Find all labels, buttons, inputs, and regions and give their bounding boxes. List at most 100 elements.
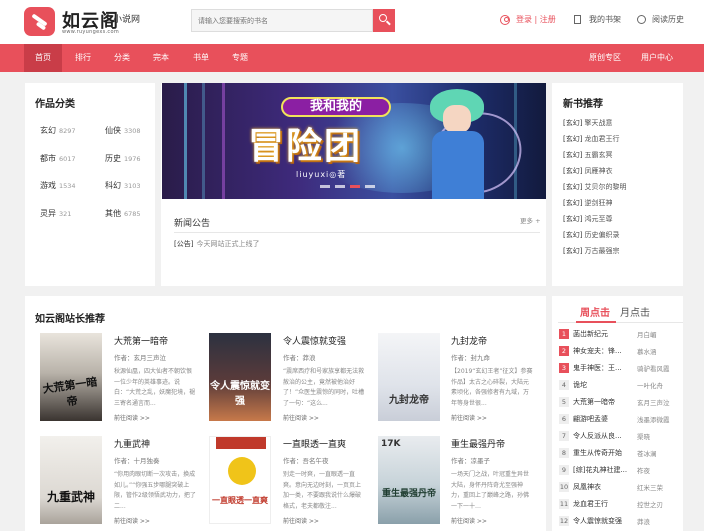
new-book-item[interactable]: [玄幻] 龙血君王行 xyxy=(563,134,619,144)
ranking-row[interactable]: 9 [综]花丸神社建... 祚夜 xyxy=(559,464,681,478)
site-subtitle: 小说网 xyxy=(113,15,141,25)
search-input[interactable] xyxy=(192,10,372,31)
tab-weekly-clicks[interactable]: 周点击 xyxy=(580,304,610,319)
category-item[interactable]: 仙侠 3308 xyxy=(105,125,141,136)
book-author: 作者：十月独奏 xyxy=(114,457,160,465)
recommend-title: 如云阁站长推荐 xyxy=(35,314,105,325)
book-author: 作者：吾名午夜 xyxy=(283,457,329,465)
nav-completed[interactable]: 完本 xyxy=(143,44,179,72)
logo-icon[interactable] xyxy=(24,7,55,36)
banner-author: liuyuxi◎著 xyxy=(296,170,347,179)
history-label: 阅读历史 xyxy=(652,15,684,24)
read-link[interactable]: 前往阅读 >> xyxy=(283,516,319,525)
login-register-link[interactable]: 登录 | 注册 xyxy=(500,14,556,25)
ranking-row[interactable]: 8 重生从传奇开始 苍冰澜 xyxy=(559,447,681,461)
banner-title: 冒险团 xyxy=(248,126,363,167)
book-author: 作者：封九命 xyxy=(451,354,490,362)
nav-topics[interactable]: 专题 xyxy=(222,44,258,72)
notice-more-link[interactable]: 更多 + xyxy=(520,215,541,225)
notice-title: 新闻公告 xyxy=(174,219,211,229)
new-book-item[interactable]: [玄幻] 逆剑狂神 xyxy=(563,198,612,208)
ranking-row[interactable]: 2 神女宠夫：锋... 慕水涵 xyxy=(559,345,681,359)
carousel-dot[interactable] xyxy=(320,185,330,188)
main-nav: 首页 排行 分类 完本 书单 专题 原创专区 用户中心 xyxy=(0,44,704,72)
category-item[interactable]: 历史 1976 xyxy=(105,153,141,164)
bookshelf-link[interactable]: 我的书架 xyxy=(574,14,621,25)
category-title: 作品分类 xyxy=(35,99,75,110)
ranking-row[interactable]: 10 凤凰神衣 红米三荣 xyxy=(559,481,681,495)
new-book-item[interactable]: [玄幻] 艾贝尔的黎明 xyxy=(563,182,626,192)
new-book-item[interactable]: [玄幻] 鸿元至尊 xyxy=(563,214,612,224)
book-cover-image[interactable]: 17K 重生最强丹帝 xyxy=(378,436,440,524)
ranking-row[interactable]: 5 大荒第一暗帝 玄月三声泣 xyxy=(559,396,681,410)
book-title[interactable]: 重生最强丹帝 xyxy=(451,437,505,450)
search-box xyxy=(191,9,373,32)
banner-carousel[interactable]: 我和我的 冒险团 liuyuxi◎著 xyxy=(162,83,546,199)
nav-category[interactable]: 分类 xyxy=(104,44,140,72)
site-header: 如云阁 小说网 www.ruyungexs.com 登录 | 注册 我的书架 阅… xyxy=(0,0,704,44)
book-description: 【2019“玄幻王者”征文】参赛作品】太古之心碎裂，大陆元素顷化，各强修者有九域… xyxy=(451,368,533,407)
new-book-item[interactable]: [玄幻] 凤雁神衣 xyxy=(563,166,612,176)
ranking-row[interactable]: 4 诡坨 一叶化舟 xyxy=(559,379,681,393)
history-link[interactable]: 阅读历史 xyxy=(637,14,684,25)
site-url: www.ruyungexs.com xyxy=(62,29,120,35)
nav-original[interactable]: 原创专区 xyxy=(580,44,630,72)
read-link[interactable]: 前往阅读 >> xyxy=(451,516,487,525)
category-item[interactable]: 游戏 1534 xyxy=(40,180,76,191)
book-description: 一场天门之战，叶冠重生异世大陆，身怀丹阵奇尤至强神力，重回上了巅峰之路，孙佛一下… xyxy=(451,471,530,510)
new-books-title: 新书推荐 xyxy=(563,99,603,110)
nav-ranking[interactable]: 排行 xyxy=(65,44,101,72)
book-description: “震席西疗和号家族享都无法救赦治的公主，竟然被他治好了！”众医生震惊的同时，吐槽… xyxy=(283,368,365,407)
ranking-row[interactable]: 1 菡岀新纪元 月白嵋 xyxy=(559,328,681,342)
category-item[interactable]: 玄幻 8297 xyxy=(40,125,76,136)
read-link[interactable]: 前往阅读 >> xyxy=(114,516,150,525)
read-link[interactable]: 前往阅读 >> xyxy=(114,413,150,422)
new-book-item[interactable]: [玄幻] 历史偏织录 xyxy=(563,230,619,240)
book-title[interactable]: 九重武神 xyxy=(114,437,150,450)
book-title[interactable]: 九封龙帝 xyxy=(451,334,487,347)
book-cover-image[interactable]: 大荒第一暗帝 xyxy=(40,333,102,421)
book-title[interactable]: 大荒第一暗帝 xyxy=(114,334,168,347)
login-label: 登录 | 注册 xyxy=(516,15,556,24)
book-cover-image[interactable]: 九封龙帝 xyxy=(378,333,440,421)
ranking-row[interactable]: 12 令人震惊就变强 莽浪 xyxy=(559,515,681,529)
new-book-item[interactable]: [玄幻] 万古最强宗 xyxy=(563,246,619,256)
book-author: 作者：凉墨子 xyxy=(451,457,490,465)
category-item[interactable]: 都市 6017 xyxy=(40,153,76,164)
clock-icon xyxy=(637,15,646,24)
book-cover-image[interactable]: 令人震惊就变强 xyxy=(209,333,271,421)
new-book-item[interactable]: [玄幻] 五霸玄冥 xyxy=(563,150,612,160)
ranking-row[interactable]: 3 鬼手神医：王... 骑驴看风霞 xyxy=(559,362,681,376)
book-title[interactable]: 一直眼透一直爽 xyxy=(283,437,346,450)
book-author: 作者：莽浪 xyxy=(283,354,316,362)
carousel-dot[interactable] xyxy=(365,185,375,188)
read-link[interactable]: 前往阅读 >> xyxy=(451,413,487,422)
bookshelf-icon xyxy=(574,15,581,24)
book-description: “你用肉眼切断一次攻击，换成如儿。”“你强五步哪腿突破上限，管作2级领悟武功力，… xyxy=(114,471,196,510)
notice-item[interactable]: [公告] 今天网站正式上线了 xyxy=(174,239,259,249)
carousel-dot[interactable] xyxy=(335,185,345,188)
category-item[interactable]: 其他 6785 xyxy=(105,208,141,219)
nav-user-center[interactable]: 用户中心 xyxy=(634,44,680,72)
user-icon xyxy=(500,14,510,25)
new-book-item[interactable]: [玄幻] 擎天战意 xyxy=(563,118,612,128)
read-link[interactable]: 前往阅读 >> xyxy=(283,413,319,422)
search-button[interactable] xyxy=(373,9,395,32)
book-cover-image[interactable]: 九重武神 xyxy=(40,436,102,524)
banner-subtitle: 我和我的 xyxy=(281,97,391,117)
book-description: 别走一时爽，一直眼透一直爽。意向无边时刻，一页页上加一类，不要跟我说什么爆破格式… xyxy=(283,471,362,510)
book-cover-image[interactable]: 一直眼透一直爽 xyxy=(209,436,271,524)
ranking-row[interactable]: 7 令人反派从良... 渠晓 xyxy=(559,430,681,444)
carousel-dot-active[interactable] xyxy=(350,185,360,188)
tab-monthly-clicks[interactable]: 月点击 xyxy=(620,304,650,319)
ranking-row[interactable]: 6 翩游吧孟婆 浅墨添微霞 xyxy=(559,413,681,427)
category-item[interactable]: 灵异 321 xyxy=(40,208,71,219)
category-item[interactable]: 科幻 3103 xyxy=(105,180,141,191)
book-description: 秋源仙凰，四大仙者不朝饮恨一位少年的英雄事迹。说白：“大荒之乱，妖魔犯境，褪三寄… xyxy=(114,368,196,407)
nav-booklist[interactable]: 书单 xyxy=(183,44,219,72)
nav-home[interactable]: 首页 xyxy=(24,44,62,72)
divider xyxy=(174,232,540,233)
book-title[interactable]: 令人震惊就变强 xyxy=(283,334,346,347)
ranking-row[interactable]: 11 龙血君王行 控世之刃 xyxy=(559,498,681,512)
active-tab-indicator xyxy=(576,321,616,323)
